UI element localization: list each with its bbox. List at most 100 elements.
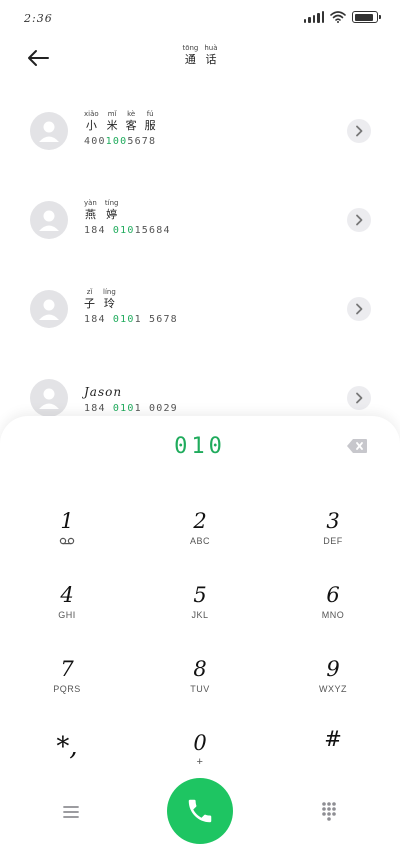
avatar xyxy=(30,201,68,239)
name-pinyin: tíng xyxy=(104,199,119,207)
number-match: 010 xyxy=(112,314,135,325)
key-digit: 7 xyxy=(60,657,74,681)
chevron-right-icon xyxy=(356,392,363,404)
key-digit: 6 xyxy=(326,583,340,607)
name-hanzi: 玲 xyxy=(103,297,115,310)
status-time: 2:36 xyxy=(24,12,53,25)
name-pinyin: zǐ xyxy=(86,288,93,296)
contact-row[interactable]: yàn 燕 tíng 婷 184 01015684 xyxy=(0,199,400,271)
number-suffix: 1 0029 xyxy=(134,403,178,414)
number-prefix: 184 xyxy=(84,403,113,414)
name-hanzi: 小 xyxy=(85,119,97,132)
number-match: 100 xyxy=(105,136,128,147)
battery-level xyxy=(354,13,374,21)
name-hanzi: 燕 xyxy=(84,208,96,221)
chevron-right-icon xyxy=(356,214,363,226)
avatar xyxy=(30,290,68,328)
contact-row[interactable]: zǐ 子 líng 玲 184 0101 5678 xyxy=(0,288,400,360)
key-letters: GHI xyxy=(58,610,76,620)
contact-detail-button[interactable] xyxy=(347,386,371,410)
backspace-icon xyxy=(347,439,367,453)
contact-number: 184 0101 0029 xyxy=(84,403,178,414)
key-6[interactable]: 6 MNO xyxy=(273,582,393,642)
name-hanzi: 客 xyxy=(125,119,137,132)
key-3[interactable]: 3 DEF xyxy=(273,508,393,568)
key-star[interactable]: *, xyxy=(7,734,127,794)
key-8[interactable]: 8 TUV xyxy=(140,656,260,716)
key-letters: ABC xyxy=(189,536,210,546)
contact-name: zǐ 子 líng 玲 xyxy=(84,288,116,311)
name-hanzi: 米 xyxy=(106,119,118,132)
delete-button[interactable] xyxy=(346,438,368,454)
contact-detail-button[interactable] xyxy=(347,119,371,143)
status-bar: 2:36 xyxy=(0,0,400,36)
contact-name: Jason xyxy=(84,385,123,399)
status-icons xyxy=(303,11,381,23)
phone-icon xyxy=(188,799,212,823)
name-pinyin: yàn xyxy=(84,199,97,207)
key-4[interactable]: 4 GHI xyxy=(7,582,127,642)
person-icon xyxy=(39,121,59,142)
key-9[interactable]: 9 WXYZ xyxy=(273,656,393,716)
key-digit: 9 xyxy=(326,657,340,681)
title-hanzi: 通 xyxy=(184,53,196,66)
chevron-right-icon xyxy=(356,303,363,315)
chevron-right-icon xyxy=(356,125,363,137)
dialpad-toggle-button[interactable] xyxy=(316,798,342,824)
menu-button[interactable] xyxy=(58,800,84,824)
key-letters: JKL xyxy=(191,610,209,620)
key-digit: 4 xyxy=(60,583,74,607)
back-button[interactable] xyxy=(22,44,54,72)
contact-number: 184 0101 5678 xyxy=(84,314,178,325)
name-pinyin: fú xyxy=(146,110,154,118)
name-hanzi: 婷 xyxy=(106,208,118,221)
avatar xyxy=(30,379,68,417)
key-digit: 8 xyxy=(193,657,207,681)
title-hanzi: 话 xyxy=(205,53,217,66)
contact-detail-button[interactable] xyxy=(347,297,371,321)
contact-row[interactable]: xiǎo 小 mǐ 米 kè 客 fú 服 4001005678 xyxy=(0,110,400,182)
arrow-left-icon xyxy=(28,50,49,66)
number-prefix: 184 xyxy=(84,314,113,325)
key-digit: 3 xyxy=(326,509,340,533)
contact-number: 4001005678 xyxy=(84,136,156,147)
voicemail-icon xyxy=(59,537,75,545)
number-suffix: 15684 xyxy=(134,225,171,236)
name-hanzi: 子 xyxy=(84,297,95,310)
key-letters: MNO xyxy=(321,610,345,620)
name-pinyin: mǐ xyxy=(107,110,117,118)
key-5[interactable]: 5 JKL xyxy=(140,582,260,642)
key-digit: *, xyxy=(56,732,78,762)
signal-icon xyxy=(303,11,324,23)
key-digit: # xyxy=(324,727,342,751)
dialed-number[interactable]: 010 xyxy=(0,434,400,459)
name-pinyin: kè xyxy=(127,110,136,118)
contact-detail-button[interactable] xyxy=(347,208,371,232)
name-pinyin: líng xyxy=(103,288,116,296)
key-hash[interactable]: # xyxy=(273,726,393,786)
key-letters: PQRS xyxy=(53,684,81,694)
number-match: 010 xyxy=(112,225,135,236)
title-pinyin: tōng xyxy=(182,44,199,52)
dialpad-icon xyxy=(322,802,336,821)
person-icon xyxy=(39,210,59,231)
title-pinyin: huà xyxy=(204,44,218,52)
contact-name: xiǎo 小 mǐ 米 kè 客 fú 服 xyxy=(84,110,156,133)
key-2[interactable]: 2 ABC xyxy=(140,508,260,568)
number-suffix: 1 5678 xyxy=(134,314,178,325)
person-icon xyxy=(39,299,59,320)
key-7[interactable]: 7 PQRS xyxy=(7,656,127,716)
key-digit: 0 xyxy=(193,731,207,755)
call-button[interactable] xyxy=(167,778,233,844)
key-letters: DEF xyxy=(323,536,343,546)
key-letters: + xyxy=(196,756,204,768)
key-1[interactable]: 1 xyxy=(7,508,127,568)
key-letters: TUV xyxy=(190,684,210,694)
number-suffix: 5678 xyxy=(127,136,157,147)
number-prefix: 184 xyxy=(84,225,113,236)
menu-icon xyxy=(63,806,79,818)
title-char: huà 话 xyxy=(204,44,217,67)
key-digit: 5 xyxy=(193,583,207,607)
page-title: tōng 通 huà 话 xyxy=(150,44,250,67)
person-icon xyxy=(39,388,59,409)
